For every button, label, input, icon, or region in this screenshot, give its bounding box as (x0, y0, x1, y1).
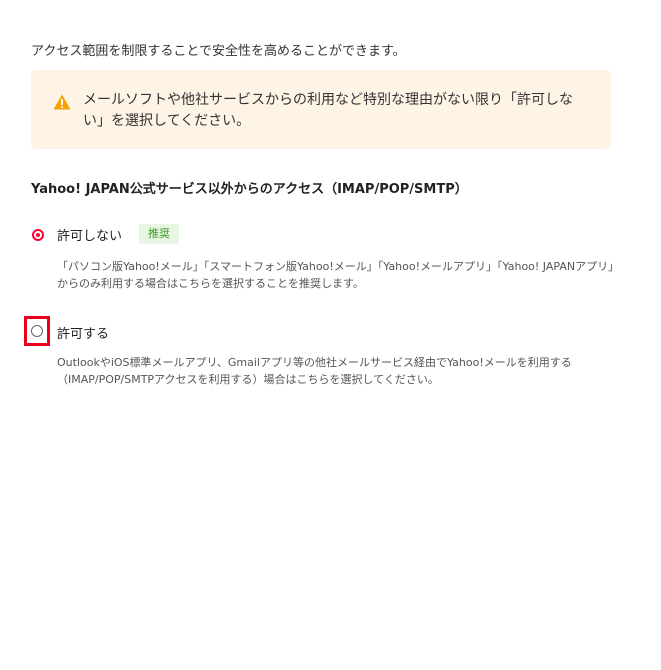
intro-text: アクセス範囲を制限することで安全性を高めることができます。 (31, 44, 406, 59)
option-allow-description: OutlookやiOS標準メールアプリ、Gmailアプリ等の他社メールサービス経… (57, 356, 572, 386)
warning-box: メールソフトや他社サービスからの利用など特別な理由がない限り「許可しない」を選択… (31, 70, 611, 149)
warning-text: メールソフトや他社サービスからの利用など特別な理由がない限り「許可しない」を選択… (83, 92, 573, 129)
option-deny-label[interactable]: 許可しない (57, 225, 122, 244)
section-title: Yahoo! JAPAN公式サービス以外からのアクセス（IMAP/POP/SMT… (31, 182, 468, 197)
radio-deny[interactable] (32, 229, 44, 241)
warning-icon (53, 94, 71, 110)
page: { "intro_text": "アクセス範囲を制限することで安全性を高めること… (0, 0, 661, 670)
option-deny-description: 「パソコン版Yahoo!メール」「スマートフォン版Yahoo!メール」「Yaho… (57, 260, 614, 290)
recommended-badge: 推奨 (139, 224, 179, 244)
option-allow-label[interactable]: 許可する (57, 323, 109, 342)
highlight-box (24, 316, 50, 346)
